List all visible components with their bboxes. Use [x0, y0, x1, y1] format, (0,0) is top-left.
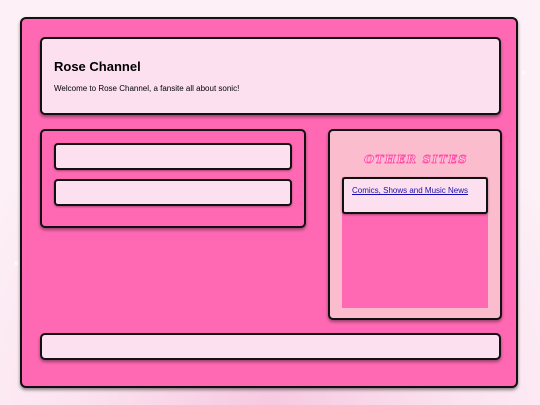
link-comics-shows-music-news[interactable]: Comics, Shows and Music News — [352, 186, 478, 196]
sidebar: OTHER SITES Comics, Shows and Music News — [328, 129, 502, 320]
link-card-comics: Comics, Shows and Music News — [342, 177, 488, 214]
site-footer — [40, 333, 501, 360]
site-header: Rose Channel Welcome to Rose Channel, a … — [40, 37, 501, 115]
sidebar-links-panel: Comics, Shows and Music News — [342, 177, 488, 308]
content-bar-1 — [54, 143, 292, 170]
main-content-panel — [40, 129, 306, 228]
content-bar-2 — [54, 179, 292, 206]
site-title: Rose Channel — [54, 59, 141, 74]
page-frame: Rose Channel Welcome to Rose Channel, a … — [20, 17, 518, 388]
sidebar-heading: OTHER SITES — [364, 153, 468, 167]
site-description: Welcome to Rose Channel, a fansite all a… — [54, 84, 240, 93]
